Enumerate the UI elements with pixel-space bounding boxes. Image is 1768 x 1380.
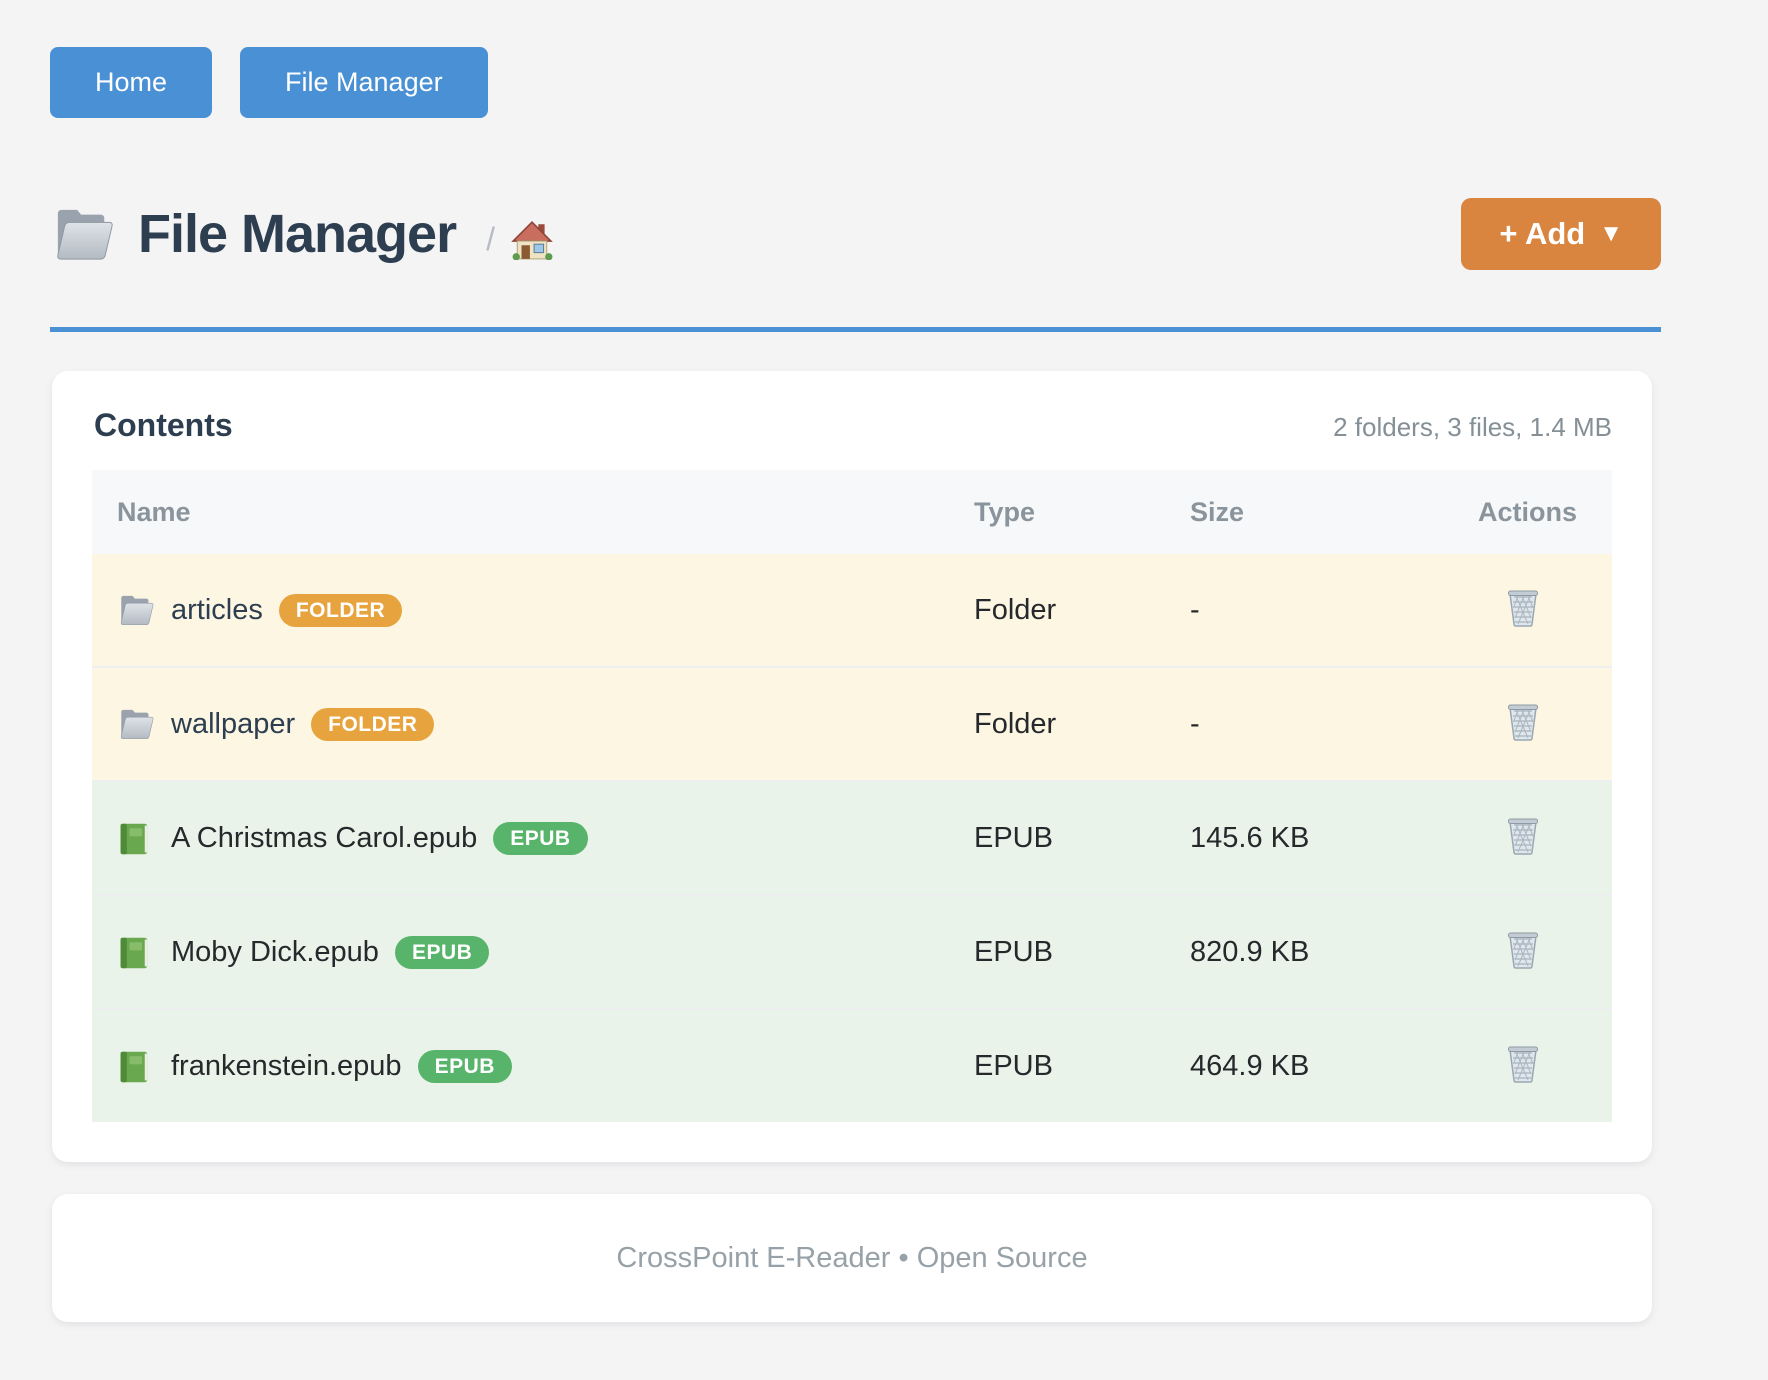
file-type: EPUB bbox=[949, 822, 1165, 855]
table-row[interactable]: Moby Dick.epub EPUB EPUB 820.9 KB bbox=[92, 894, 1612, 1008]
page-title: File Manager bbox=[138, 203, 456, 265]
contents-card: Contents 2 folders, 3 files, 1.4 MB Name… bbox=[52, 371, 1652, 1162]
file-size: - bbox=[1165, 708, 1453, 741]
footer-card: CrossPoint E-Reader • Open Source bbox=[52, 1194, 1652, 1322]
column-header-name: Name bbox=[92, 497, 949, 528]
file-type: EPUB bbox=[949, 1050, 1165, 1083]
file-size: 820.9 KB bbox=[1165, 936, 1453, 969]
page-header: File Manager / + Add ▼ bbox=[50, 176, 1661, 292]
file-name-cell: frankenstein.epub EPUB bbox=[92, 1049, 949, 1083]
type-badge: EPUB bbox=[493, 822, 587, 855]
type-badge: FOLDER bbox=[311, 708, 434, 741]
folder-icon bbox=[117, 707, 155, 741]
file-name[interactable]: frankenstein.epub bbox=[171, 1050, 402, 1083]
home-button[interactable]: Home bbox=[50, 47, 212, 118]
file-table: Name Type Size Actions articles FOLDER F… bbox=[92, 470, 1612, 1122]
file-size: - bbox=[1165, 594, 1453, 627]
table-row[interactable]: A Christmas Carol.epub EPUB EPUB 145.6 K… bbox=[92, 780, 1612, 894]
file-name[interactable]: A Christmas Carol.epub bbox=[171, 822, 477, 855]
actions-cell bbox=[1453, 928, 1612, 977]
contents-card-header: Contents 2 folders, 3 files, 1.4 MB bbox=[92, 371, 1612, 470]
header-divider bbox=[50, 327, 1661, 332]
home-house-icon[interactable] bbox=[511, 220, 553, 260]
file-name[interactable]: Moby Dick.epub bbox=[171, 936, 379, 969]
folder-icon bbox=[117, 593, 155, 627]
file-type: Folder bbox=[949, 708, 1165, 741]
table-row[interactable]: frankenstein.epub EPUB EPUB 464.9 KB bbox=[92, 1008, 1612, 1122]
file-name[interactable]: articles bbox=[171, 594, 263, 627]
actions-cell bbox=[1453, 586, 1612, 635]
trash-icon[interactable] bbox=[1502, 928, 1544, 972]
type-badge: FOLDER bbox=[279, 594, 402, 627]
contents-summary: 2 folders, 3 files, 1.4 MB bbox=[1333, 412, 1612, 443]
column-header-size: Size bbox=[1165, 497, 1453, 528]
actions-cell bbox=[1453, 1042, 1612, 1091]
book-icon bbox=[117, 821, 155, 855]
contents-heading: Contents bbox=[94, 407, 233, 444]
add-button-label: + Add bbox=[1499, 216, 1585, 252]
file-type: Folder bbox=[949, 594, 1165, 627]
trash-icon[interactable] bbox=[1502, 1042, 1544, 1086]
file-size: 464.9 KB bbox=[1165, 1050, 1453, 1083]
trash-icon[interactable] bbox=[1502, 586, 1544, 630]
type-badge: EPUB bbox=[395, 936, 489, 969]
file-manager-page: Home File Manager File Manager / + Add ▼… bbox=[0, 0, 1768, 1380]
file-manager-button[interactable]: File Manager bbox=[240, 47, 488, 118]
table-row[interactable]: articles FOLDER Folder - bbox=[92, 554, 1612, 666]
footer-text: CrossPoint E-Reader • Open Source bbox=[616, 1242, 1087, 1275]
trash-icon[interactable] bbox=[1502, 814, 1544, 858]
file-size: 145.6 KB bbox=[1165, 822, 1453, 855]
book-icon bbox=[117, 935, 155, 969]
actions-cell bbox=[1453, 700, 1612, 749]
column-header-type: Type bbox=[949, 497, 1165, 528]
caret-down-icon: ▼ bbox=[1599, 220, 1623, 248]
top-nav: Home File Manager bbox=[50, 47, 488, 118]
file-name-cell: Moby Dick.epub EPUB bbox=[92, 935, 949, 969]
add-button[interactable]: + Add ▼ bbox=[1461, 198, 1661, 270]
table-body: articles FOLDER Folder - wallpaper FOLDE… bbox=[92, 554, 1612, 1122]
breadcrumb: / bbox=[486, 221, 495, 258]
folder-icon bbox=[50, 205, 116, 263]
table-row[interactable]: wallpaper FOLDER Folder - bbox=[92, 666, 1612, 780]
actions-cell bbox=[1453, 814, 1612, 863]
type-badge: EPUB bbox=[418, 1050, 512, 1083]
file-name[interactable]: wallpaper bbox=[171, 708, 295, 741]
column-header-actions: Actions bbox=[1453, 497, 1612, 528]
trash-icon[interactable] bbox=[1502, 700, 1544, 744]
file-type: EPUB bbox=[949, 936, 1165, 969]
table-header-row: Name Type Size Actions bbox=[92, 470, 1612, 554]
file-name-cell: wallpaper FOLDER bbox=[92, 707, 949, 741]
file-name-cell: A Christmas Carol.epub EPUB bbox=[92, 821, 949, 855]
file-name-cell: articles FOLDER bbox=[92, 593, 949, 627]
book-icon bbox=[117, 1049, 155, 1083]
